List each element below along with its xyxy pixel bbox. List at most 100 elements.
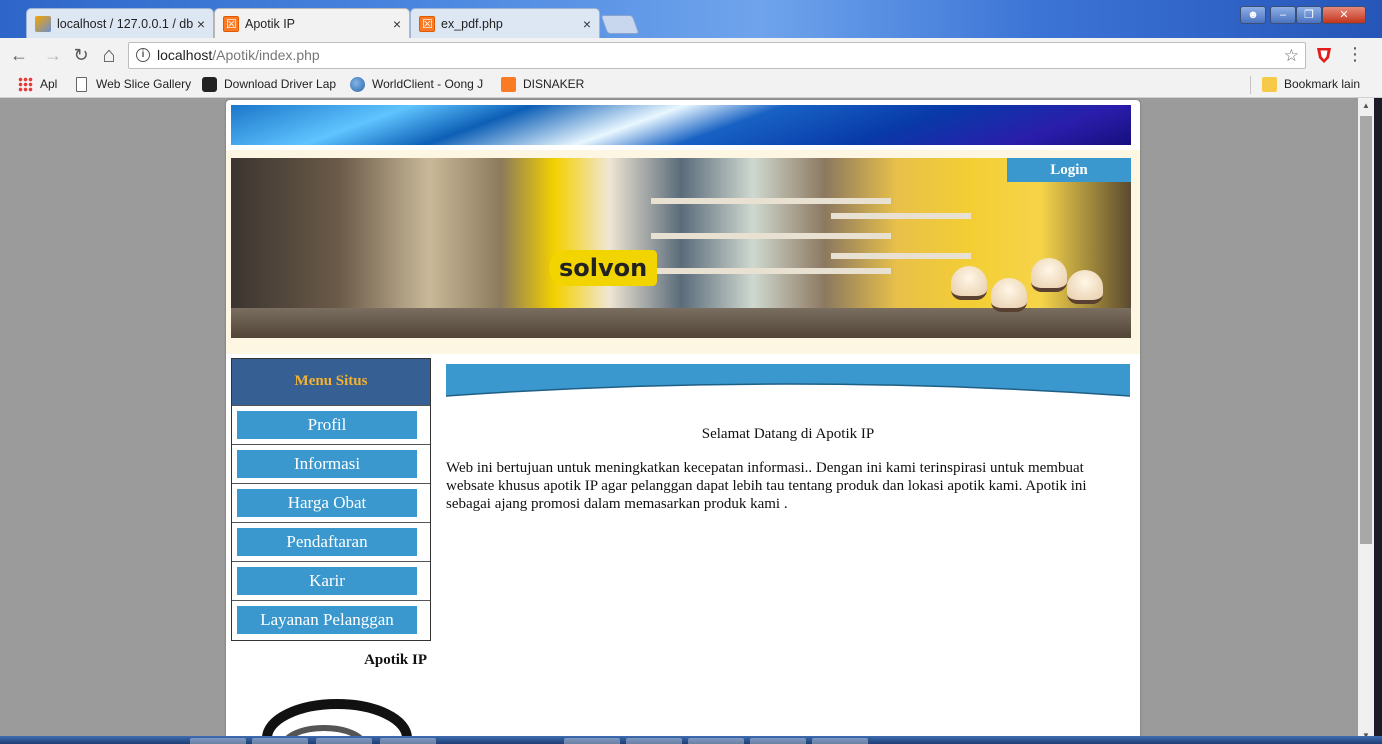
taskbar-item[interactable] <box>688 738 744 744</box>
menu-row: Pendaftaran <box>232 522 430 561</box>
home-icon[interactable]: ⌂ <box>96 42 122 68</box>
taskbar-item[interactable] <box>316 738 372 744</box>
bookmarks-divider <box>1250 76 1251 94</box>
taskbar-item[interactable] <box>626 738 682 744</box>
shelf <box>831 253 971 259</box>
taskbar-item[interactable] <box>564 738 620 744</box>
shield-extension-icon[interactable] <box>1314 45 1334 65</box>
menu-row: Informasi <box>232 444 430 483</box>
photo-floor <box>231 308 1131 338</box>
bookmark-label: WorldClient - Oong J <box>372 77 484 91</box>
forward-icon[interactable]: → <box>40 42 66 68</box>
menu-item-harga-obat[interactable]: Harga Obat <box>237 489 417 517</box>
page-viewport: solvon Login Menu Situs Profil Informasi <box>0 98 1382 744</box>
folder-icon <box>1262 77 1277 92</box>
window-frame <box>1374 98 1382 744</box>
driver-icon <box>202 77 217 92</box>
bookmarks-bar: Apl Web Slice Gallery Download Driver La… <box>0 72 1382 98</box>
tab-strip: localhost / 127.0.0.1 / db × Apotik IP ×… <box>0 0 1382 38</box>
taskbar-item[interactable] <box>812 738 868 744</box>
shelf <box>651 233 891 239</box>
page-icon <box>76 77 87 92</box>
intro-paragraph: Web ini bertujuan untuk meningkatkan kec… <box>446 460 1087 512</box>
menu-item-karir[interactable]: Karir <box>237 567 417 595</box>
window-close-button[interactable]: ✕ <box>1322 6 1366 24</box>
close-icon[interactable]: × <box>583 9 591 38</box>
photo-banner-frame: solvon Login <box>226 150 1140 354</box>
scroll-up-icon[interactable]: ▲ <box>1358 98 1374 114</box>
xampp-icon <box>501 77 516 92</box>
bookmark-disnaker[interactable]: DISNAKER <box>501 72 605 97</box>
menu-icon[interactable]: ⋮ <box>1345 42 1365 68</box>
bookmark-label: Download Driver Lap <box>224 77 337 91</box>
menu-item-pendaftaran[interactable]: Pendaftaran <box>237 528 417 556</box>
sidebar-title: Apotik IP <box>364 652 427 668</box>
shelf <box>651 198 891 204</box>
bookmark-label: Bookmark lain <box>1284 77 1361 91</box>
menu-row: Harga Obat <box>232 483 430 522</box>
minimize-button[interactable]: – <box>1270 6 1296 24</box>
user-profile-button[interactable]: ☻ <box>1240 6 1266 24</box>
menu-item-informasi[interactable]: Informasi <box>237 450 417 478</box>
bookmark-web-slice-gallery[interactable]: Web Slice Gallery <box>74 72 214 97</box>
tab-ex-pdf[interactable]: ex_pdf.php × <box>410 8 600 38</box>
shelf <box>651 268 891 274</box>
content-banner <box>446 364 1130 397</box>
browser-toolbar: ← → ↻ ⌂ i localhost/Apotik/index.php ☆ ⋮ <box>0 38 1382 72</box>
bookmark-label: DISNAKER <box>523 77 585 91</box>
menu-item-layanan-pelanggan[interactable]: Layanan Pelanggan <box>237 606 417 634</box>
info-icon[interactable]: i <box>136 48 150 62</box>
menu-title: Menu Situs <box>232 359 430 405</box>
bookmark-worldclient[interactable]: WorldClient - Oong J <box>350 72 510 97</box>
apps-icon <box>18 77 33 92</box>
bookmark-label: Web Slice Gallery <box>96 77 192 91</box>
welcome-heading: Selamat Datang di Apotik IP <box>701 426 875 442</box>
menu-row: Karir <box>232 561 430 600</box>
url-path: /Apotik/index.php <box>212 47 320 63</box>
photo-sign: solvon <box>549 250 658 286</box>
phpmyadmin-icon <box>35 16 51 32</box>
bookmark-star-icon[interactable]: ☆ <box>1284 43 1299 68</box>
maximize-button[interactable]: ❐ <box>1296 6 1322 24</box>
menu-item-profil[interactable]: Profil <box>237 411 417 439</box>
tab-title: Apotik IP <box>245 17 296 31</box>
menu-row: Layanan Pelanggan <box>232 600 430 639</box>
chair <box>991 278 1027 312</box>
reload-icon[interactable]: ↻ <box>68 42 94 68</box>
taskbar-item[interactable] <box>380 738 436 744</box>
tab-title: ex_pdf.php <box>441 17 503 31</box>
xampp-icon <box>419 9 435 38</box>
sidebar-menu: Menu Situs Profil Informasi Harga Obat P… <box>231 358 431 641</box>
taskbar-item[interactable] <box>252 738 308 744</box>
url-host: localhost <box>157 47 213 63</box>
tab-title: localhost / 127.0.0.1 / db <box>57 17 194 31</box>
url-text[interactable]: localhost/Apotik/index.php <box>157 43 320 68</box>
chair <box>951 266 987 300</box>
address-bar[interactable]: i localhost/Apotik/index.php ☆ <box>128 42 1306 69</box>
close-icon[interactable]: × <box>393 9 401 38</box>
bookmark-other[interactable]: Bookmark lain <box>1262 72 1382 97</box>
browser-window: localhost / 127.0.0.1 / db × Apotik IP ×… <box>0 0 1382 744</box>
pharmacy-photo: solvon <box>231 158 1131 338</box>
taskbar <box>0 736 1382 744</box>
chair <box>1031 258 1067 292</box>
tab-phpmyadmin[interactable]: localhost / 127.0.0.1 / db × <box>26 8 214 38</box>
tab-apotik-ip[interactable]: Apotik IP × <box>214 8 410 38</box>
taskbar-item[interactable] <box>750 738 806 744</box>
globe-icon <box>350 77 365 92</box>
login-button[interactable]: Login <box>1007 158 1131 182</box>
taskbar-item[interactable] <box>190 738 246 744</box>
page-container: solvon Login Menu Situs Profil Informasi <box>226 100 1140 744</box>
xampp-icon <box>223 9 239 38</box>
scrollbar-thumb[interactable] <box>1360 116 1372 544</box>
vertical-scrollbar[interactable]: ▲ ▼ <box>1358 98 1374 744</box>
chair <box>1067 270 1103 304</box>
bookmark-label: Apl <box>40 77 58 91</box>
close-icon[interactable]: × <box>197 9 205 38</box>
header-banner <box>231 105 1131 145</box>
bookmark-download-driver[interactable]: Download Driver Lap <box>202 72 360 97</box>
shelf <box>831 213 971 219</box>
menu-row: Profil <box>232 405 430 444</box>
new-tab-button[interactable] <box>600 15 640 34</box>
back-icon[interactable]: ← <box>6 42 32 68</box>
